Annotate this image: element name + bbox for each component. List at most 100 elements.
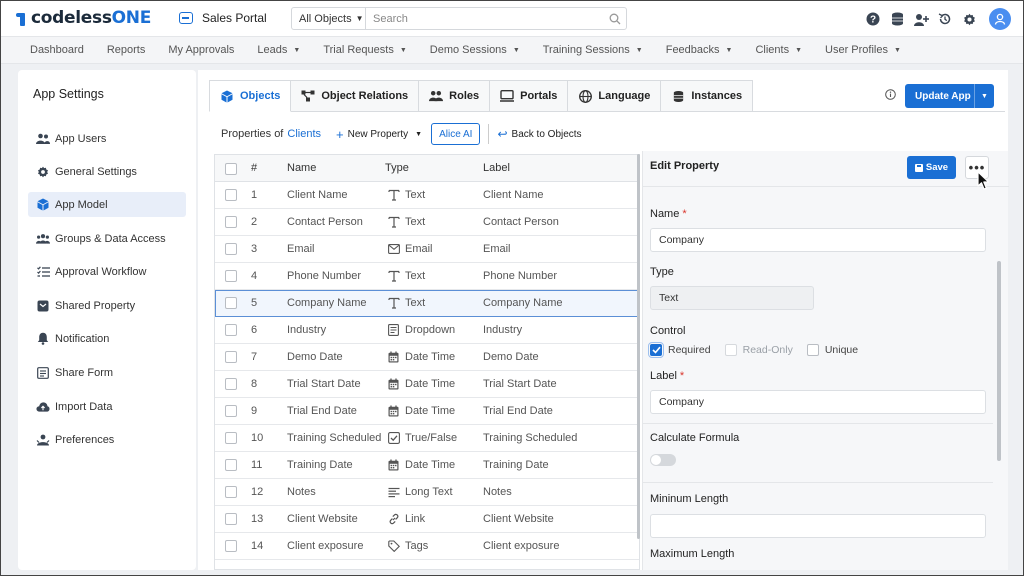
- nav-feedbacks[interactable]: Feedbacks ▼: [666, 44, 733, 56]
- row-checkbox[interactable]: [225, 351, 237, 363]
- table-row[interactable]: 4 Phone Number Text Phone Number: [215, 263, 639, 290]
- required-checkbox[interactable]: [648, 342, 664, 358]
- calculate-formula-toggle[interactable]: [650, 454, 676, 466]
- sidebar-item-share-form[interactable]: Share Form: [28, 360, 186, 385]
- sidebar-item-general-settings[interactable]: General Settings: [28, 159, 186, 184]
- update-app-button[interactable]: Update App ▼: [905, 84, 994, 108]
- long-text-icon: [387, 486, 400, 499]
- table-row[interactable]: 14 Client exposure Tags Client exposure: [215, 533, 639, 560]
- row-type: Text: [387, 209, 425, 235]
- tab-portals[interactable]: Portals: [490, 80, 569, 112]
- nav-dashboard[interactable]: Dashboard: [30, 44, 84, 56]
- nav-reports[interactable]: Reports: [107, 44, 146, 56]
- type-field-label: Type: [650, 266, 674, 278]
- row-name: Demo Date: [287, 351, 343, 363]
- sidebar-item-preferences[interactable]: Preferences: [28, 427, 186, 452]
- row-label: Client Website: [483, 513, 554, 525]
- name-field[interactable]: Company: [650, 228, 986, 252]
- sidebar-item-shared-property[interactable]: Shared Property: [28, 293, 186, 318]
- table-row[interactable]: 9 Trial End Date Date Time Trial End Date: [215, 398, 639, 425]
- header-label[interactable]: Label: [483, 155, 510, 182]
- table-row[interactable]: 6 Industry Dropdown Industry: [215, 317, 639, 344]
- header-name[interactable]: Name: [287, 155, 316, 182]
- object-name-link[interactable]: Clients: [287, 128, 321, 140]
- row-checkbox[interactable]: [225, 513, 237, 525]
- table-row[interactable]: 11 Training Date Date Time Training Date: [215, 452, 639, 479]
- table-row[interactable]: 1 Client Name Text Client Name: [215, 182, 639, 209]
- required-asterisk: *: [682, 208, 687, 220]
- tab-objects[interactable]: Objects: [209, 80, 292, 112]
- dropdown-icon: [387, 324, 400, 337]
- row-checkbox[interactable]: [225, 243, 237, 255]
- app-switcher[interactable]: Sales Portal: [179, 11, 267, 25]
- table-row[interactable]: 12 Notes Long Text Notes: [215, 479, 639, 506]
- help-icon[interactable]: ?: [861, 7, 885, 31]
- row-checkbox[interactable]: [225, 270, 237, 282]
- toolbar-divider: [488, 124, 490, 144]
- add-user-icon[interactable]: [909, 7, 933, 31]
- select-all-checkbox[interactable]: [225, 163, 237, 175]
- table-row[interactable]: 13 Client Website Link Client Website: [215, 506, 639, 533]
- nav-demo-sessions[interactable]: Demo Sessions ▼: [430, 44, 520, 56]
- sidebar-item-app-users[interactable]: App Users: [28, 126, 186, 151]
- portal-icon: [500, 89, 515, 103]
- nav-user-profiles[interactable]: User Profiles ▼: [825, 44, 901, 56]
- nav-leads[interactable]: Leads ▼: [257, 44, 300, 56]
- row-checkbox[interactable]: [225, 405, 237, 417]
- label-field[interactable]: Company: [650, 390, 986, 414]
- sidebar-item-approval-workflow[interactable]: Approval Workflow: [28, 259, 186, 284]
- table-row[interactable]: 2 Contact Person Text Contact Person: [215, 209, 639, 236]
- search-scope-value: All Objects: [299, 12, 352, 25]
- nav-clients[interactable]: Clients ▼: [755, 44, 802, 56]
- row-checkbox[interactable]: [225, 297, 237, 309]
- table-row[interactable]: 7 Demo Date Date Time Demo Date: [215, 344, 639, 371]
- new-property-button[interactable]: + New Property ▼: [336, 127, 422, 142]
- row-checkbox[interactable]: [225, 189, 237, 201]
- row-checkbox[interactable]: [225, 324, 237, 336]
- header-type[interactable]: Type: [385, 155, 409, 182]
- tab-instances[interactable]: Instances: [661, 80, 754, 112]
- database-icon[interactable]: [885, 7, 909, 31]
- update-app-dropdown-icon[interactable]: ▼: [974, 84, 994, 108]
- nav-trial-requests[interactable]: Trial Requests ▼: [323, 44, 406, 56]
- search-icon[interactable]: [604, 13, 626, 25]
- row-checkbox[interactable]: [225, 378, 237, 390]
- info-icon[interactable]: [885, 89, 896, 103]
- tab-roles[interactable]: Roles: [419, 80, 491, 112]
- unique-checkbox[interactable]: [806, 344, 819, 356]
- row-checkbox[interactable]: [225, 486, 237, 498]
- row-checkbox[interactable]: [225, 432, 237, 444]
- sidebar-item-app-model[interactable]: App Model: [28, 192, 186, 217]
- nav-my-approvals[interactable]: My Approvals: [168, 44, 234, 56]
- edit-panel-scrollbar[interactable]: [997, 261, 1001, 461]
- sidebar-item-import-data[interactable]: Import Data: [28, 394, 186, 419]
- tab-object-relations[interactable]: Object Relations: [291, 80, 420, 112]
- sidebar-item-groups-data-access[interactable]: Groups & Data Access: [28, 226, 186, 251]
- row-checkbox[interactable]: [225, 216, 237, 228]
- unique-option[interactable]: Unique: [806, 344, 858, 356]
- nav-training-sessions[interactable]: Training Sessions ▼: [543, 44, 643, 56]
- search-scope-select[interactable]: All Objects ▼: [292, 8, 366, 29]
- history-icon[interactable]: [933, 7, 957, 31]
- preferences-icon: [36, 433, 50, 447]
- save-button[interactable]: Save: [907, 156, 956, 179]
- user-avatar-icon[interactable]: [989, 8, 1011, 30]
- search-input[interactable]: [366, 8, 604, 29]
- required-option[interactable]: Required: [648, 342, 711, 358]
- table-row[interactable]: 5 Company Name Text Company Name: [215, 290, 639, 317]
- tab-language[interactable]: Language: [568, 80, 662, 112]
- settings-icon[interactable]: [957, 7, 981, 31]
- alice-ai-button[interactable]: Alice AI: [431, 123, 481, 145]
- back-to-objects-link[interactable]: ↩ Back to Objects: [497, 127, 581, 141]
- table-row[interactable]: 10 Training Scheduled True/False Training S…: [215, 425, 639, 452]
- table-row[interactable]: 8 Trial Start Date Date Time Trial Start Da…: [215, 371, 639, 398]
- row-checkbox[interactable]: [225, 459, 237, 471]
- table-row[interactable]: 3 Email Email Email: [215, 236, 639, 263]
- row-type: Date Time: [387, 452, 455, 478]
- row-checkbox[interactable]: [225, 540, 237, 552]
- table-scrollbar[interactable]: [637, 154, 640, 539]
- brand-logo[interactable]: codelessONE: [15, 8, 151, 28]
- sidebar-item-notification[interactable]: Notification: [28, 326, 186, 351]
- minimum-length-field[interactable]: [650, 514, 986, 538]
- calendar-icon: [387, 351, 400, 364]
